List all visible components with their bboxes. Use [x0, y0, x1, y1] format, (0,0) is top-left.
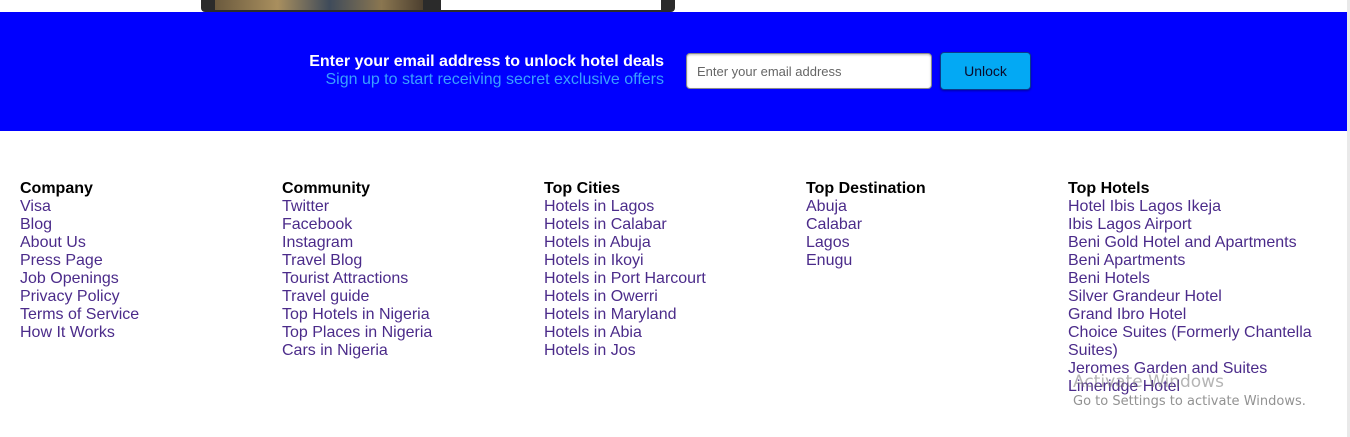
- footer-link-cars-nigeria[interactable]: Cars in Nigeria: [282, 342, 532, 360]
- hotel-card-image: [215, 0, 423, 10]
- footer-link-limeridge-hotel[interactable]: Limeridge Hotel: [1068, 378, 1318, 396]
- footer-link-twitter[interactable]: Twitter: [282, 198, 532, 216]
- footer-heading-company: Company: [20, 180, 93, 197]
- newsletter-band: Enter your email address to unlock hotel…: [0, 12, 1347, 131]
- footer-link-hotels-port-harcourt[interactable]: Hotels in Port Harcourt: [544, 270, 794, 288]
- footer-link-travel-blog[interactable]: Travel Blog: [282, 252, 532, 270]
- footer-link-facebook[interactable]: Facebook: [282, 216, 532, 234]
- footer-link-lagos[interactable]: Lagos: [806, 234, 1056, 252]
- footer-link-beni-gold-hotel[interactable]: Beni Gold Hotel and Apartments: [1068, 234, 1318, 252]
- footer-heading-top-hotels: Top Hotels: [1068, 180, 1150, 197]
- footer-column-top-destination: Top Destination Abuja Calabar Lagos Enug…: [806, 180, 1056, 270]
- footer-link-hotel-ibis-lagos-ikeja[interactable]: Hotel Ibis Lagos Ikeja: [1068, 198, 1318, 216]
- footer-column-top-hotels: Top Hotels Hotel Ibis Lagos Ikeja Ibis L…: [1068, 180, 1318, 396]
- footer-column-community: Community Twitter Facebook Instagram Tra…: [282, 180, 532, 360]
- footer-link-abuja[interactable]: Abuja: [806, 198, 1056, 216]
- footer-link-top-places-nigeria[interactable]: Top Places in Nigeria: [282, 324, 532, 342]
- footer-link-how-it-works[interactable]: How It Works: [20, 324, 270, 342]
- footer-link-job-openings[interactable]: Job Openings: [20, 270, 270, 288]
- footer-link-about-us[interactable]: About Us: [20, 234, 270, 252]
- footer-link-press-page[interactable]: Press Page: [20, 252, 270, 270]
- footer-link-hotels-jos[interactable]: Hotels in Jos: [544, 342, 794, 360]
- footer-link-hotels-abia[interactable]: Hotels in Abia: [544, 324, 794, 342]
- footer-link-ibis-lagos-airport[interactable]: Ibis Lagos Airport: [1068, 216, 1318, 234]
- footer-link-calabar[interactable]: Calabar: [806, 216, 1056, 234]
- footer-link-jeromes-garden[interactable]: Jeromes Garden and Suites: [1068, 360, 1318, 378]
- footer-link-tourist-attractions[interactable]: Tourist Attractions: [282, 270, 532, 288]
- footer-link-hotels-maryland[interactable]: Hotels in Maryland: [544, 306, 794, 324]
- company-links: Visa Blog About Us Press Page Job Openin…: [20, 198, 270, 342]
- footer-link-travel-guide[interactable]: Travel guide: [282, 288, 532, 306]
- footer-link-instagram[interactable]: Instagram: [282, 234, 532, 252]
- top-cities-links: Hotels in Lagos Hotels in Calabar Hotels…: [544, 198, 794, 360]
- hotel-card-panel: [441, 0, 661, 10]
- footer-heading-community: Community: [282, 180, 370, 197]
- footer-link-beni-apartments[interactable]: Beni Apartments: [1068, 252, 1318, 270]
- footer-link-choice-suites-cont[interactable]: Suites): [1068, 342, 1318, 360]
- hotel-card[interactable]: [201, 0, 675, 12]
- newsletter-text: Enter your email address to unlock hotel…: [309, 52, 664, 89]
- top-hotels-links: Hotel Ibis Lagos Ikeja Ibis Lagos Airpor…: [1068, 198, 1318, 396]
- footer-heading-top-cities: Top Cities: [544, 180, 621, 197]
- footer-link-beni-hotels[interactable]: Beni Hotels: [1068, 270, 1318, 288]
- page: Enter your email address to unlock hotel…: [0, 0, 1350, 437]
- footer-link-enugu[interactable]: Enugu: [806, 252, 1056, 270]
- footer-link-hotels-owerri[interactable]: Hotels in Owerri: [544, 288, 794, 306]
- footer-heading-top-destination: Top Destination: [806, 180, 926, 197]
- unlock-button[interactable]: Unlock: [940, 52, 1031, 90]
- top-strip: [0, 0, 1350, 12]
- footer-link-terms-of-service[interactable]: Terms of Service: [20, 306, 270, 324]
- newsletter-title: Enter your email address to unlock hotel…: [309, 53, 664, 70]
- footer-link-choice-suites[interactable]: Choice Suites (Formerly Chantella: [1068, 324, 1318, 342]
- footer-link-hotels-calabar[interactable]: Hotels in Calabar: [544, 216, 794, 234]
- top-destination-links: Abuja Calabar Lagos Enugu: [806, 198, 1056, 270]
- footer-link-visa[interactable]: Visa: [20, 198, 270, 216]
- footer-link-top-hotels-nigeria[interactable]: Top Hotels in Nigeria: [282, 306, 532, 324]
- footer-link-privacy-policy[interactable]: Privacy Policy: [20, 288, 270, 306]
- footer-link-hotels-abuja[interactable]: Hotels in Abuja: [544, 234, 794, 252]
- footer-column-top-cities: Top Cities Hotels in Lagos Hotels in Cal…: [544, 180, 794, 360]
- footer-column-company: Company Visa Blog About Us Press Page Jo…: [20, 180, 270, 342]
- footer-link-grand-ibro-hotel[interactable]: Grand Ibro Hotel: [1068, 306, 1318, 324]
- footer-link-blog[interactable]: Blog: [20, 216, 270, 234]
- footer-link-silver-grandeur-hotel[interactable]: Silver Grandeur Hotel: [1068, 288, 1318, 306]
- footer-link-hotels-ikoyi[interactable]: Hotels in Ikoyi: [544, 252, 794, 270]
- newsletter-subtitle: Sign up to start receiving secret exclus…: [325, 71, 664, 88]
- community-links: Twitter Facebook Instagram Travel Blog T…: [282, 198, 532, 360]
- email-input[interactable]: [686, 53, 932, 89]
- footer-link-hotels-lagos[interactable]: Hotels in Lagos: [544, 198, 794, 216]
- footer: Company Visa Blog About Us Press Page Jo…: [0, 131, 1347, 437]
